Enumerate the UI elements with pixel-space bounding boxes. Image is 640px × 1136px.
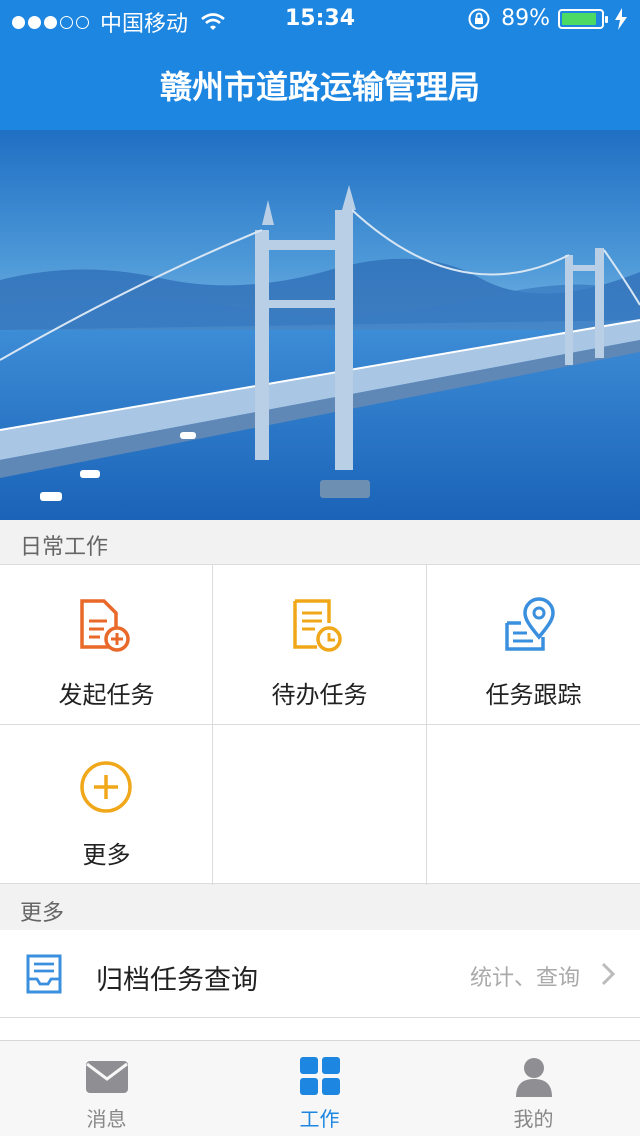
more-label: 更多	[82, 841, 131, 869]
new-document-icon	[80, 599, 130, 652]
more-button[interactable]: 更多	[0, 725, 213, 885]
start-task-button[interactable]: 发起任务	[0, 565, 213, 725]
plus-circle-icon	[80, 761, 132, 813]
section-more: 更多	[0, 886, 640, 930]
tab-bar: 消息 工作 我的	[0, 1040, 640, 1136]
battery-icon	[558, 8, 608, 29]
archived-task-query-hint: 统计、查询	[469, 966, 580, 991]
archived-task-query-row[interactable]: 归档任务查询 统计、查询	[0, 930, 640, 1018]
location-tracking-icon	[505, 597, 555, 651]
archived-task-query-label: 归档任务查询	[96, 965, 258, 996]
grid-icon	[300, 1057, 340, 1095]
section-daily-work: 日常工作	[0, 520, 640, 564]
daily-work-grid: 发起任务 待办任务 任务跟踪 更多	[0, 564, 640, 885]
battery-percent: 89%	[501, 6, 550, 31]
pending-document-clock-icon	[293, 599, 342, 652]
tab-work[interactable]: 工作	[213, 1041, 426, 1136]
status-right: 89%	[467, 6, 628, 31]
start-task-label: 发起任务	[58, 681, 155, 709]
top-bar: 中国移动 15:34 89% 赣州市道路运输管理局	[0, 0, 640, 130]
page-title: 赣州市道路运输管理局	[159, 68, 480, 106]
task-tracking-label: 任务跟踪	[485, 681, 582, 709]
battery-fill	[562, 12, 596, 25]
pending-task-button[interactable]: 待办任务	[213, 565, 426, 725]
task-tracking-button[interactable]: 任务跟踪	[427, 565, 640, 725]
list-spacer	[0, 1018, 640, 1040]
tab-work-label: 工作	[299, 1107, 340, 1131]
charging-bolt-icon	[615, 7, 627, 30]
tab-messages-label: 消息	[86, 1107, 127, 1131]
archive-inbox-icon	[26, 954, 62, 994]
banner-image	[0, 130, 640, 520]
pending-task-label: 待办任务	[271, 681, 368, 709]
chevron-right-icon	[601, 962, 616, 986]
envelope-icon	[86, 1061, 128, 1093]
user-icon	[516, 1058, 552, 1097]
tab-profile-label: 我的	[513, 1107, 554, 1131]
tab-profile[interactable]: 我的	[427, 1041, 640, 1136]
rotation-lock-icon	[468, 8, 490, 29]
status-bar: 中国移动 15:34 89%	[0, 0, 640, 40]
tab-messages[interactable]: 消息	[0, 1041, 213, 1136]
